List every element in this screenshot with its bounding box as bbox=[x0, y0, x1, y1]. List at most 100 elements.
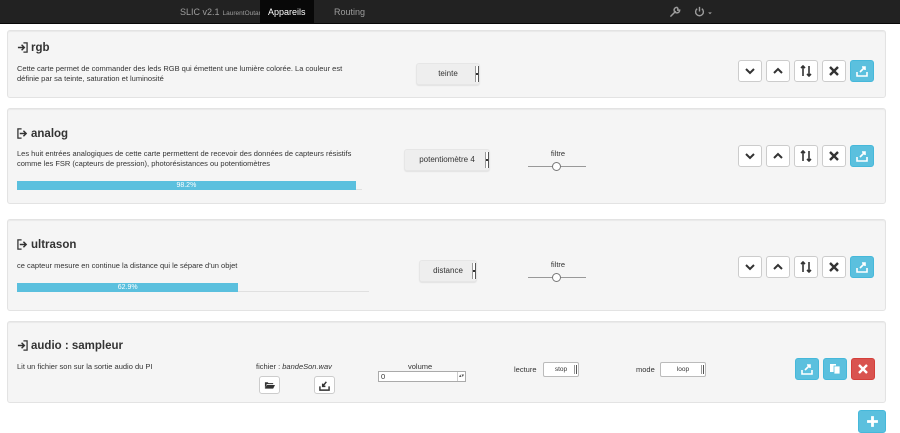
panel-title-audio: audio : sampleur bbox=[17, 339, 123, 353]
export-icon bbox=[856, 262, 868, 273]
sort-icon bbox=[800, 65, 812, 77]
remove-icon bbox=[858, 364, 868, 374]
input-select[interactable]: potentiomètre 4 bbox=[404, 149, 490, 171]
input-select[interactable]: teinte bbox=[416, 63, 480, 85]
tab-routing[interactable]: Routing bbox=[326, 0, 373, 24]
select-caret-icon bbox=[485, 152, 489, 168]
brand-version: SLIC v2.1 bbox=[180, 7, 220, 17]
chevron-up-icon bbox=[773, 67, 783, 74]
remove-icon bbox=[829, 151, 839, 161]
volume-value: 0 bbox=[381, 372, 386, 381]
sort-button[interactable] bbox=[794, 60, 818, 82]
input-select[interactable]: distance bbox=[419, 260, 477, 282]
sort-icon bbox=[800, 150, 812, 162]
move-down-button[interactable] bbox=[738, 60, 762, 82]
device-panel-audio: audio : sampleur Lit un fichier son sur … bbox=[7, 321, 886, 403]
panel-title-analog: analog bbox=[17, 127, 68, 141]
panel-title-ultrason: ultrason bbox=[17, 238, 76, 252]
brand-user: LaurentOutan bbox=[222, 10, 263, 17]
progress-bar: 98.2% bbox=[17, 181, 356, 190]
mode-select[interactable]: loop bbox=[660, 362, 706, 377]
remove-button[interactable] bbox=[822, 60, 846, 82]
progress-label: 62.9% bbox=[117, 284, 138, 291]
import-icon bbox=[319, 380, 330, 391]
mode-label: mode bbox=[636, 365, 655, 374]
device-panel-ultrason: ultrason ce capteur mesure en continue l… bbox=[7, 219, 886, 311]
mode-value: loop bbox=[676, 366, 690, 373]
export-button[interactable] bbox=[850, 256, 874, 278]
chevron-down-icon bbox=[745, 68, 755, 75]
sign-in-icon bbox=[17, 42, 28, 53]
sort-button[interactable] bbox=[794, 145, 818, 167]
panel-title-text: rgb bbox=[31, 42, 50, 54]
select-value: potentiomètre 4 bbox=[419, 155, 475, 164]
export-icon bbox=[801, 364, 813, 375]
panel-description: Les huit entrées analogiques de cette ca… bbox=[17, 149, 352, 168]
power-icon[interactable] bbox=[693, 5, 707, 19]
slider-label: filtre bbox=[550, 149, 566, 158]
move-up-button[interactable] bbox=[766, 60, 790, 82]
remove-icon bbox=[829, 66, 839, 76]
move-up-button[interactable] bbox=[766, 256, 790, 278]
copy-button[interactable] bbox=[823, 358, 847, 380]
folder-open-icon bbox=[264, 382, 275, 389]
panel-title-text: analog bbox=[31, 128, 69, 140]
move-down-button[interactable] bbox=[738, 145, 762, 167]
filter-slider-thumb[interactable] bbox=[552, 162, 561, 171]
volume-input[interactable]: 0 ▴▾ bbox=[378, 371, 466, 382]
remove-button[interactable] bbox=[822, 145, 846, 167]
file-label: fichier : bbox=[256, 362, 283, 371]
file-name: bandeSon.wav bbox=[282, 362, 332, 371]
tab-appareils[interactable]: Appareils bbox=[260, 0, 314, 24]
panel-title-text: ultrason bbox=[31, 239, 77, 251]
top-navbar: SLIC v2.1 LaurentOutan Appareils Routing bbox=[0, 0, 900, 24]
slider-label: filtre bbox=[550, 260, 566, 269]
remove-button[interactable] bbox=[822, 256, 846, 278]
chevron-down-icon bbox=[745, 153, 755, 160]
progress-label: 98.2% bbox=[176, 182, 197, 189]
lecture-select[interactable]: stop bbox=[543, 362, 579, 377]
export-icon bbox=[856, 66, 868, 77]
wrench-icon[interactable] bbox=[669, 5, 683, 19]
panel-description: Cette carte permet de commander des leds… bbox=[17, 64, 343, 83]
sort-button[interactable] bbox=[794, 256, 818, 278]
export-button[interactable] bbox=[795, 358, 819, 380]
export-button[interactable] bbox=[850, 60, 874, 82]
chevron-up-icon bbox=[773, 263, 783, 270]
select-caret-icon bbox=[701, 365, 704, 374]
brand[interactable]: SLIC v2.1 LaurentOutan bbox=[180, 0, 262, 24]
copy-icon bbox=[830, 364, 841, 375]
volume-label: volume bbox=[408, 362, 433, 371]
remove-icon bbox=[829, 262, 839, 272]
lecture-label: lecture bbox=[514, 365, 537, 374]
remove-button[interactable] bbox=[851, 358, 875, 380]
chevron-up-icon bbox=[773, 152, 783, 159]
upload-file-button[interactable] bbox=[314, 376, 335, 394]
select-value: distance bbox=[433, 266, 463, 275]
lecture-value: stop bbox=[554, 366, 568, 373]
device-panel-analog: analog Les huit entrées analogiques de c… bbox=[7, 108, 886, 204]
export-button[interactable] bbox=[850, 145, 874, 167]
progress-bar-container: 98.2% bbox=[17, 181, 362, 190]
caret-down-icon[interactable] bbox=[706, 5, 720, 19]
file-field: fichier : bandeSon.wav bbox=[256, 362, 332, 371]
progress-bar: 62.9% bbox=[17, 283, 239, 292]
panel-description: ce capteur mesure en continue la distanc… bbox=[17, 261, 238, 270]
move-up-button[interactable] bbox=[766, 145, 790, 167]
sign-in-icon bbox=[17, 340, 28, 351]
add-device-button[interactable] bbox=[858, 410, 886, 433]
select-value: teinte bbox=[438, 69, 458, 78]
sign-out-icon bbox=[17, 128, 28, 139]
spinner-icon[interactable]: ▴▾ bbox=[457, 372, 465, 381]
select-caret-icon bbox=[472, 263, 476, 279]
plus-icon bbox=[866, 416, 878, 427]
open-file-button[interactable] bbox=[259, 376, 280, 394]
panel-title-text: audio : sampleur bbox=[31, 340, 124, 352]
progress-bar-container: 62.9% bbox=[17, 283, 369, 292]
move-down-button[interactable] bbox=[738, 256, 762, 278]
export-icon bbox=[856, 151, 868, 162]
panel-description: Lit un fichier son sur la sortie audio d… bbox=[17, 362, 153, 371]
filter-slider-thumb[interactable] bbox=[552, 273, 561, 282]
chevron-down-icon bbox=[745, 264, 755, 271]
sign-out-icon bbox=[17, 239, 28, 250]
